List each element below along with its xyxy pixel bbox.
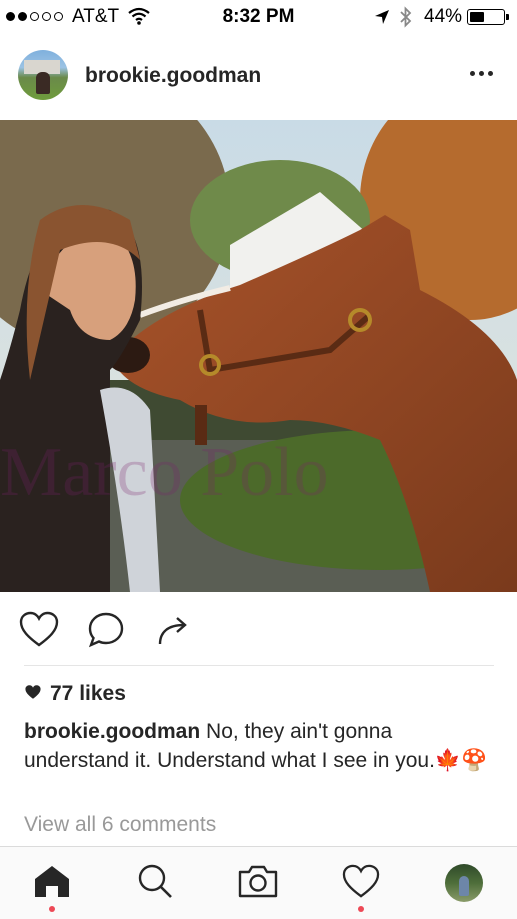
battery-fill — [470, 12, 484, 22]
tab-search[interactable] — [103, 847, 206, 919]
tab-camera[interactable] — [206, 847, 309, 919]
tab-activity[interactable] — [309, 847, 412, 919]
like-heart-icon[interactable] — [18, 610, 60, 655]
battery-percent: 44% — [424, 6, 463, 27]
bottom-tab-bar — [0, 846, 517, 919]
home-icon — [32, 863, 72, 904]
post-header: brookie.goodman — [0, 36, 517, 120]
tab-profile[interactable] — [412, 847, 515, 919]
location-arrow-icon — [374, 9, 390, 31]
search-icon — [136, 862, 174, 905]
post-actions — [0, 600, 517, 660]
activity-notification-dot — [358, 906, 364, 912]
post-photo[interactable]: Marco Polo — [0, 120, 517, 592]
likes-heart-icon — [24, 682, 42, 706]
status-bar: AT&T 8:32 PM 44% — [0, 0, 517, 36]
bluetooth-icon — [399, 6, 413, 34]
actions-divider — [24, 665, 494, 666]
post-caption: brookie.goodman No, they ain't gonna und… — [24, 717, 494, 775]
likes-text: 77 likes — [50, 682, 126, 705]
comment-bubble-icon[interactable] — [86, 610, 126, 655]
caption-username[interactable]: brookie.goodman — [24, 720, 200, 743]
more-options-icon[interactable] — [470, 71, 493, 76]
profile-avatar — [444, 864, 483, 902]
activity-heart-icon — [341, 863, 381, 904]
post-author-avatar[interactable] — [18, 50, 68, 100]
post-author-username[interactable]: brookie.goodman — [85, 64, 261, 88]
view-all-comments-link[interactable]: View all 6 comments — [24, 813, 216, 837]
camera-icon — [237, 863, 279, 904]
home-notification-dot — [49, 906, 55, 912]
battery-tip — [506, 14, 509, 20]
share-arrow-icon[interactable] — [154, 610, 194, 655]
photo-watermark: Marco Polo — [0, 434, 329, 511]
battery-icon — [467, 9, 505, 25]
likes-count[interactable]: 77 likes — [24, 682, 126, 706]
tab-home[interactable] — [0, 847, 103, 919]
